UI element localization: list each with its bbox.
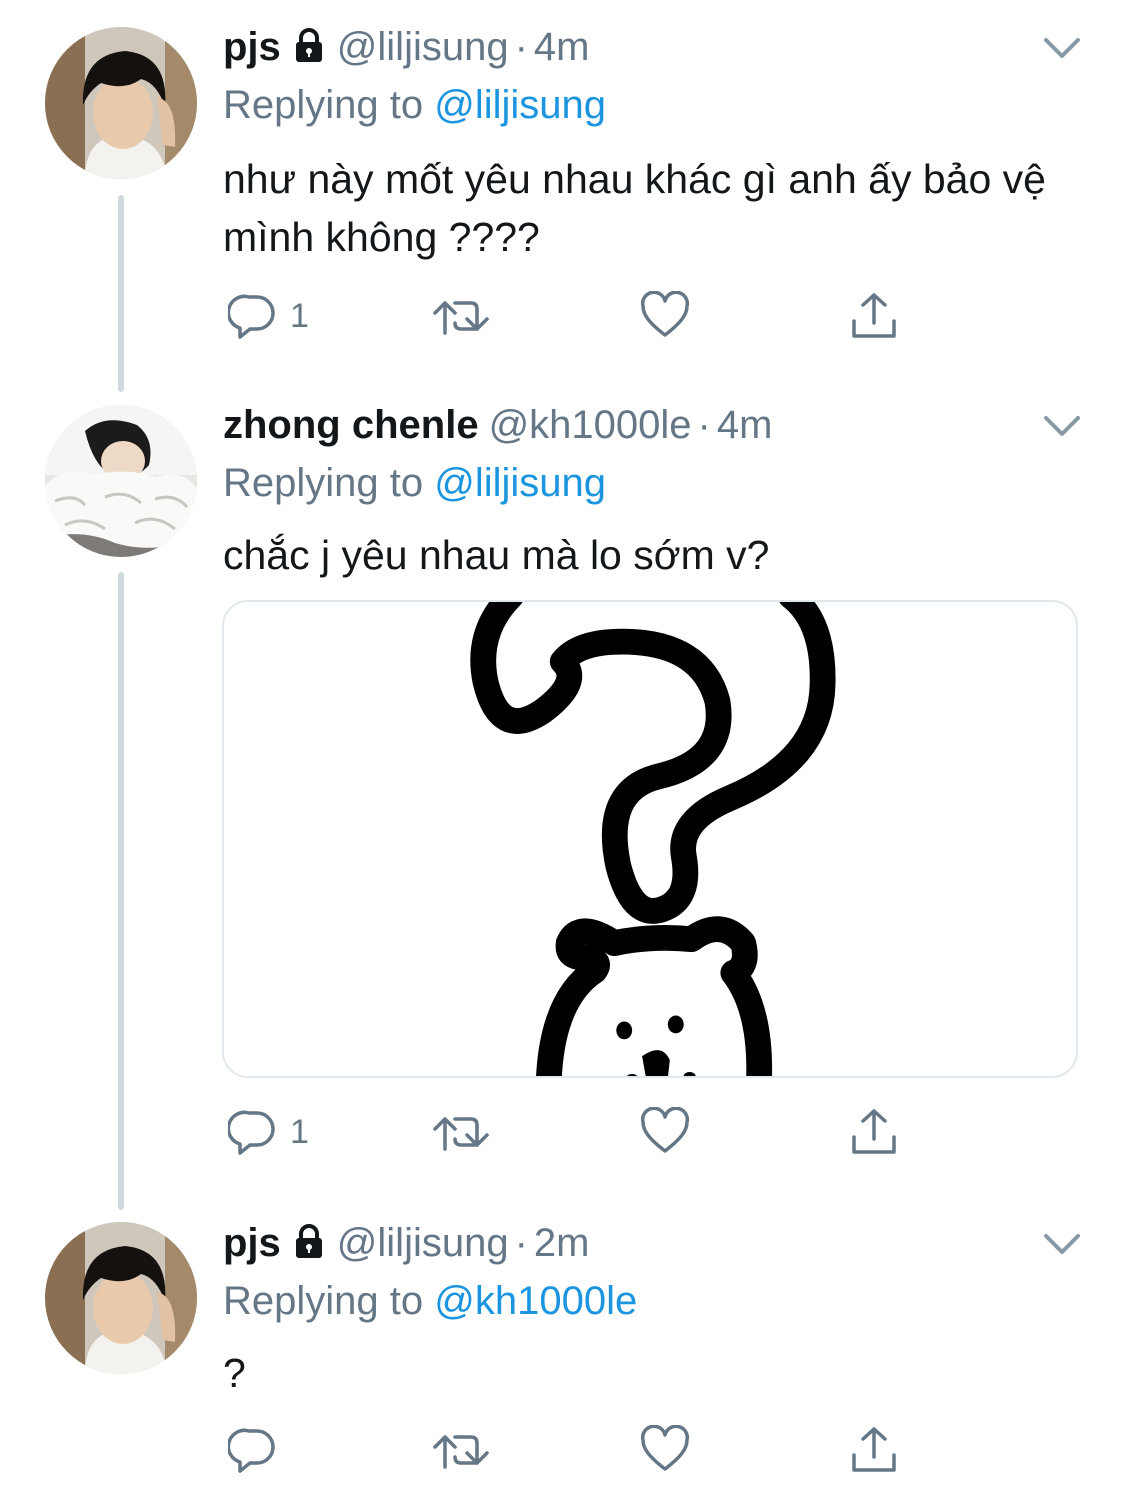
replying-to-line: Replying to @liljisung bbox=[223, 458, 606, 508]
reply-count: 1 bbox=[290, 1112, 309, 1151]
reply-button[interactable]: 1 bbox=[228, 288, 309, 344]
user-handle[interactable]: @liljisung bbox=[337, 1218, 509, 1268]
replying-to-label: Replying to bbox=[223, 1279, 424, 1323]
avatar[interactable] bbox=[45, 405, 197, 557]
retweet-icon bbox=[433, 1435, 489, 1469]
reply-icon bbox=[228, 1428, 275, 1473]
share-button[interactable] bbox=[849, 1104, 899, 1160]
share-icon bbox=[852, 1427, 896, 1472]
tweet-actions: 1 bbox=[223, 288, 923, 344]
display-name[interactable]: pjs bbox=[223, 1218, 281, 1268]
timestamp[interactable]: 4m bbox=[717, 400, 773, 450]
avatar-fluffy-pillow-icon bbox=[45, 405, 197, 557]
timestamp[interactable]: 4m bbox=[534, 22, 590, 72]
share-button[interactable] bbox=[849, 1422, 899, 1478]
avatar-dark-hair-icon bbox=[45, 27, 197, 179]
reply-count: 1 bbox=[290, 296, 309, 335]
replying-to-line: Replying to @liljisung bbox=[223, 80, 606, 130]
share-icon bbox=[852, 293, 896, 338]
chevron-down-icon[interactable] bbox=[1042, 34, 1082, 62]
tweet[interactable]: pjs @liljisung · 2m Replying to @kh1000l… bbox=[0, 1210, 1125, 1504]
replying-to-line: Replying to @kh1000le bbox=[223, 1276, 637, 1326]
avatar-dark-hair-icon bbox=[45, 1222, 197, 1374]
display-name[interactable]: pjs bbox=[223, 22, 281, 72]
lock-icon bbox=[293, 26, 325, 76]
retweet-icon bbox=[433, 301, 489, 335]
retweet-button[interactable] bbox=[431, 288, 491, 344]
replying-to-mention[interactable]: @kh1000le bbox=[434, 1279, 637, 1323]
heart-icon bbox=[640, 291, 690, 337]
tweet-media-image[interactable] bbox=[222, 600, 1078, 1078]
share-icon bbox=[852, 1109, 896, 1154]
tweet-text: ? bbox=[223, 1350, 246, 1396]
chevron-down-icon[interactable] bbox=[1042, 412, 1082, 440]
retweet-button[interactable] bbox=[431, 1422, 491, 1478]
replying-to-label: Replying to bbox=[223, 83, 424, 127]
retweet-button[interactable] bbox=[431, 1104, 491, 1160]
reply-button[interactable]: 1 bbox=[228, 1104, 309, 1160]
chevron-down-icon[interactable] bbox=[1042, 1230, 1082, 1258]
replying-to-mention[interactable]: @liljisung bbox=[434, 461, 606, 505]
like-button[interactable] bbox=[640, 1422, 690, 1478]
avatar[interactable] bbox=[45, 1222, 197, 1374]
reply-icon bbox=[228, 294, 275, 339]
tweet[interactable]: zhong chenle @kh1000le · 4m Replying to … bbox=[0, 392, 1125, 1210]
heart-icon bbox=[640, 1425, 690, 1471]
timestamp[interactable]: 2m bbox=[534, 1218, 590, 1268]
reply-icon bbox=[228, 1110, 275, 1155]
tweet-text: chắc j yêu nhau mà lo sớm v? bbox=[223, 532, 770, 578]
tweet-actions: 1 bbox=[223, 1104, 923, 1160]
retweet-icon bbox=[433, 1117, 489, 1151]
reply-button[interactable] bbox=[228, 1422, 290, 1478]
replying-to-mention[interactable]: @liljisung bbox=[434, 83, 606, 127]
user-handle[interactable]: @liljisung bbox=[337, 22, 509, 72]
display-name[interactable]: zhong chenle bbox=[223, 400, 479, 450]
tweet-actions bbox=[223, 1422, 923, 1478]
tweet[interactable]: pjs @liljisung · 4m Replying to @liljisu… bbox=[0, 0, 1125, 392]
heart-icon bbox=[640, 1107, 690, 1153]
separator-dot: · bbox=[514, 25, 528, 69]
replying-to-label: Replying to bbox=[223, 461, 424, 505]
lock-icon bbox=[293, 1222, 325, 1272]
tweet-text: như này mốt yêu nhau khác gì anh ấy bảo … bbox=[223, 156, 1046, 260]
like-button[interactable] bbox=[640, 288, 690, 344]
avatar[interactable] bbox=[45, 27, 197, 179]
share-button[interactable] bbox=[849, 288, 899, 344]
like-button[interactable] bbox=[640, 1104, 690, 1160]
separator-dot: · bbox=[697, 403, 711, 447]
separator-dot: · bbox=[514, 1221, 528, 1265]
question-mark-bear-drawing bbox=[225, 602, 1075, 1076]
user-handle[interactable]: @kh1000le bbox=[489, 400, 692, 450]
